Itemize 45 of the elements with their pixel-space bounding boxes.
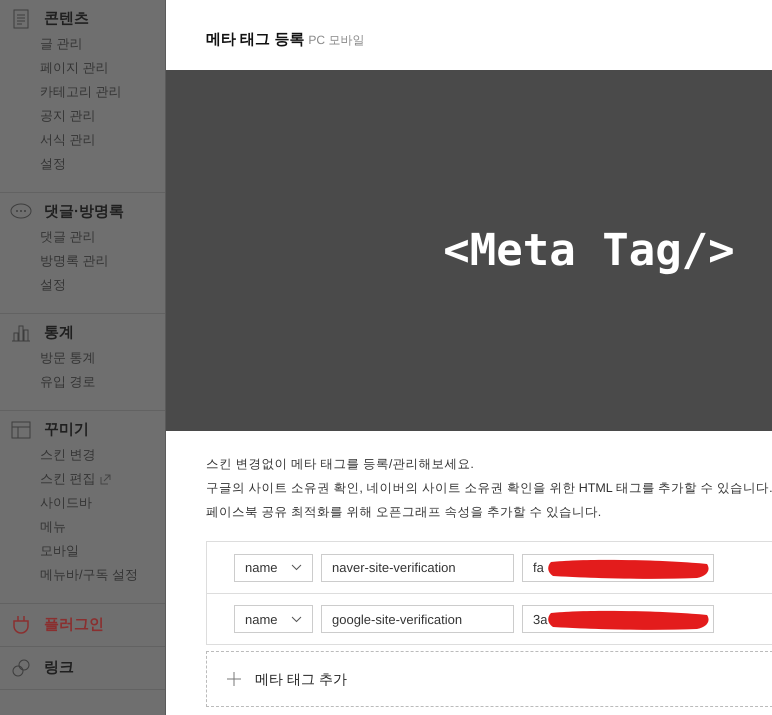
- chevron-down-icon: [291, 616, 302, 623]
- menu-item[interactable]: 글 관리: [40, 34, 83, 54]
- menu-item[interactable]: 페이지 관리: [40, 58, 109, 78]
- add-meta-tag-button[interactable]: 메타 태그 추가: [206, 651, 772, 708]
- menu-section-heading[interactable]: 댓글·방명록: [10, 199, 165, 225]
- menu-item[interactable]: 스킨 변경: [40, 445, 96, 465]
- menu-item[interactable]: 모바일: [40, 541, 79, 561]
- meta-content-field[interactable]: 3a: [522, 605, 714, 634]
- menu-item[interactable]: 스킨 편집: [40, 469, 96, 489]
- meta-name-field[interactable]: google-site-verification: [321, 605, 514, 634]
- description-text: 구글의 사이트 소유권 확인, 네이버의 사이트 소유권 확인을 위한 HTML 태그를 추가할 수 있습니다.: [206, 480, 772, 497]
- chevron-down-icon: [291, 564, 302, 572]
- menu-item[interactable]: 댓글 관리: [40, 227, 96, 247]
- menu-section-heading[interactable]: 콘텐츠: [10, 6, 165, 32]
- menu-item[interactable]: 방명록 관리: [40, 251, 109, 271]
- description-text: 스킨 변경없이 메타 태그를 등록/관리해보세요.: [206, 456, 475, 473]
- description-text: 페이스북 공유 최적화를 위해 오픈그래프 속성을 추가할 수 있습니다.: [206, 504, 602, 520]
- menu-item[interactable]: 서식 관리: [40, 130, 96, 150]
- meta-content-field[interactable]: fa: [522, 554, 714, 582]
- menu-item[interactable]: 설정: [40, 154, 66, 174]
- layout-icon: [11, 421, 31, 439]
- menu-item[interactable]: 카테고리 관리: [40, 82, 122, 102]
- menu-item[interactable]: 유입 경로: [40, 372, 96, 392]
- menu-item[interactable]: 설정: [40, 275, 66, 295]
- plug-icon: [12, 615, 30, 635]
- attribute-select[interactable]: name: [234, 554, 313, 582]
- menu-item[interactable]: 공지 관리: [40, 106, 96, 126]
- dialog-title: 메타 태그 등록: [206, 30, 304, 50]
- plus-icon: [227, 672, 241, 686]
- menu-section-heading[interactable]: 플러그인: [10, 612, 165, 638]
- menu-item[interactable]: 메뉴: [40, 517, 66, 537]
- banner-title: <Meta Tag/>: [443, 224, 735, 278]
- menu-item[interactable]: 방문 통계: [40, 348, 96, 368]
- menu-section-heading[interactable]: 링크: [10, 655, 165, 681]
- menu-item[interactable]: 메뉴바/구독 설정: [40, 565, 138, 585]
- meta-name-field[interactable]: naver-site-verification: [321, 554, 514, 582]
- document-icon: [13, 9, 29, 29]
- link-icon: [11, 658, 31, 678]
- attribute-select[interactable]: name: [234, 605, 313, 634]
- menu-section-heading[interactable]: 통계: [10, 320, 165, 346]
- speech-bubble-icon: [10, 203, 32, 221]
- bar-chart-icon: [11, 324, 31, 342]
- dialog-subtitle: PC 모바일: [308, 32, 364, 49]
- menu-item[interactable]: 사이드바: [40, 493, 92, 513]
- menu-section-heading[interactable]: 꾸미기: [10, 417, 165, 443]
